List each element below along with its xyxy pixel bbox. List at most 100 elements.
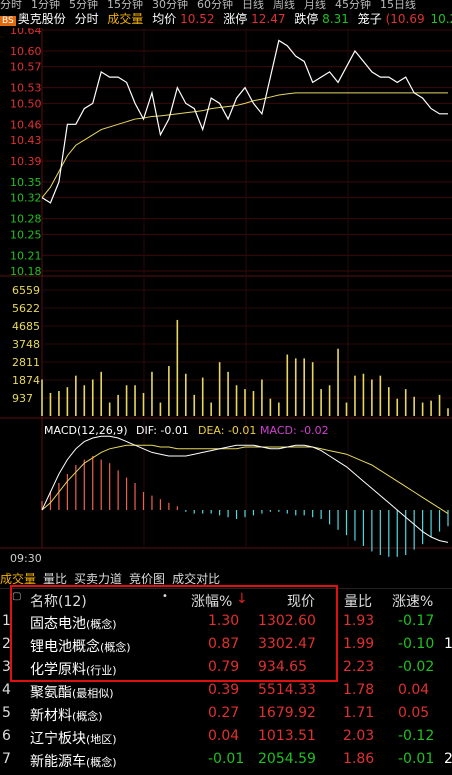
volume-bar xyxy=(218,362,221,416)
row-change: 0.39 xyxy=(208,682,240,698)
volume-bar xyxy=(159,402,162,416)
intraday-chart[interactable]: 10.64 10.60 10.57 10.53 10.50 10.46 10.43 10.39… xyxy=(0,28,452,588)
volume-bar xyxy=(430,400,432,416)
volume-bar xyxy=(311,362,314,416)
top-tab-10[interactable]: 15日线 xyxy=(380,0,416,10)
volume-bar xyxy=(83,385,86,416)
top-tab-0[interactable]: 分时 xyxy=(0,0,22,10)
row-speed: -0.02 xyxy=(398,659,435,675)
macd-label: MACD(12,26,9) xyxy=(44,424,128,437)
volume-bar xyxy=(362,373,365,416)
table-row[interactable]: 4 聚氨酯(最相似) 0.39 5514.33 1.78 0.04 xyxy=(0,679,452,701)
volume-bar xyxy=(134,385,136,416)
volume-bar xyxy=(125,385,128,416)
volume-bar xyxy=(168,366,170,416)
volume-bar xyxy=(151,371,153,416)
volume-bar xyxy=(404,389,407,416)
volume-bar xyxy=(294,358,297,416)
volume-bar xyxy=(91,379,94,416)
volume-bar xyxy=(176,319,179,416)
volume-toggle[interactable]: 成交量 xyxy=(107,12,143,26)
avg-value: 10.52 xyxy=(180,12,215,26)
avg-label: 均价 xyxy=(152,12,177,26)
row-speed: -0.17 xyxy=(398,613,435,629)
col-speed[interactable]: 涨速% xyxy=(392,591,433,611)
volume-bar xyxy=(303,358,306,416)
row-ratio: 1.99 xyxy=(343,636,375,652)
volume-bar xyxy=(438,394,441,416)
top-tab-8[interactable]: 月线 xyxy=(304,0,326,10)
price-tick: 10.57 xyxy=(10,61,42,74)
price-tick: 10.39 xyxy=(10,155,42,168)
volume-bar xyxy=(108,402,111,416)
limit-down-value: 8.31 xyxy=(322,12,349,26)
row-price: 5514.33 xyxy=(258,682,316,698)
table-row[interactable]: 6 辽宁板块(地区) 0.04 1013.51 2.03 -0.12 xyxy=(0,725,452,747)
row-name-text: 聚氨酯 xyxy=(30,685,72,701)
volume-bar xyxy=(278,402,280,416)
row-idx: 6 xyxy=(2,728,11,744)
top-tab-9[interactable]: 45分钟 xyxy=(335,0,371,10)
price-tick: 10.50 xyxy=(10,97,42,110)
volume-bar xyxy=(320,389,322,416)
top-tab-5[interactable]: 60分钟 xyxy=(197,0,233,10)
volume-bar xyxy=(379,375,382,416)
cage-high: 10.26) xyxy=(430,12,452,26)
row-tag: (地区) xyxy=(86,733,117,746)
volume-bar xyxy=(117,394,119,416)
volume-bar xyxy=(244,389,246,416)
volume-bar xyxy=(261,379,263,416)
top-tab-4[interactable]: 30分钟 xyxy=(152,0,188,10)
highlight-box xyxy=(10,585,338,682)
cage-low: (10.69 xyxy=(385,12,425,26)
volume-bar xyxy=(66,387,69,416)
row-tag: (概念) xyxy=(72,710,103,723)
price-tick: 10.60 xyxy=(10,45,42,58)
volume-bar xyxy=(286,354,289,416)
bottom-tab-2[interactable]: 买卖力道 xyxy=(74,572,122,586)
row-extra: 2 xyxy=(444,751,452,767)
bottom-tab-0[interactable]: 成交量 xyxy=(0,572,36,586)
volume-bar xyxy=(142,392,145,416)
col-ratio[interactable]: 量比 xyxy=(344,591,372,611)
row-price: 1679.92 xyxy=(258,705,316,721)
volume-bar xyxy=(41,379,43,416)
macd-dea: DEA: -0.01 xyxy=(198,424,256,437)
top-tab-1[interactable]: 1分钟 xyxy=(31,0,60,10)
bottom-tab-1[interactable]: 量比 xyxy=(43,572,67,586)
volume-tick: 1874 xyxy=(12,374,40,387)
limit-up-value: 12.47 xyxy=(251,12,286,26)
row-name: 新能源车(概念) xyxy=(30,751,117,771)
mode-label[interactable]: 分时 xyxy=(75,12,99,26)
volume-bar xyxy=(58,391,60,416)
table-row[interactable]: 5 新材料(概念) 0.27 1679.92 1.71 0.05 xyxy=(0,702,452,724)
price-tick: 10.18 xyxy=(10,265,42,278)
row-speed: 0.05 xyxy=(398,705,430,721)
row-ratio: 1.78 xyxy=(343,682,375,698)
row-ratio: 2.03 xyxy=(343,728,375,744)
price-tick: 10.25 xyxy=(10,228,42,241)
macd-value: MACD: -0.02 xyxy=(260,424,329,437)
top-tab-6[interactable]: 日线 xyxy=(242,0,264,10)
top-tab-3[interactable]: 15分钟 xyxy=(107,0,143,10)
limit-up-label: 涨停 xyxy=(223,12,248,26)
price-tick: 10.46 xyxy=(10,118,42,131)
volume-bar xyxy=(227,371,229,416)
bs-badge[interactable]: BS xyxy=(0,16,16,26)
bottom-tab-4[interactable]: 成交对比 xyxy=(172,572,220,586)
table-row[interactable]: 7 新能源车(概念) -0.01 2054.59 1.86 -0.01 2 xyxy=(0,748,452,770)
row-name: 辽宁板块(地区) xyxy=(30,728,117,748)
row-speed: 0.04 xyxy=(398,682,430,698)
top-tab-2[interactable]: 5分钟 xyxy=(69,0,98,10)
volume-tick: 4685 xyxy=(12,320,40,333)
price-tick: 10.64 xyxy=(10,28,42,37)
volume-bar xyxy=(184,373,187,416)
dea-line xyxy=(41,444,449,515)
row-ratio: 1.86 xyxy=(343,751,375,767)
top-tab-7[interactable]: 周线 xyxy=(273,0,295,10)
bottom-tab-3[interactable]: 竞价图 xyxy=(129,572,165,586)
row-speed: -0.10 xyxy=(398,636,435,652)
stock-header: BS 奥克股份 分时 成交量 均价 10.52 涨停 12.47 跌停 8.31 … xyxy=(0,10,452,28)
volume-tick: 3748 xyxy=(12,338,40,351)
price-tick: 10.21 xyxy=(10,249,42,262)
